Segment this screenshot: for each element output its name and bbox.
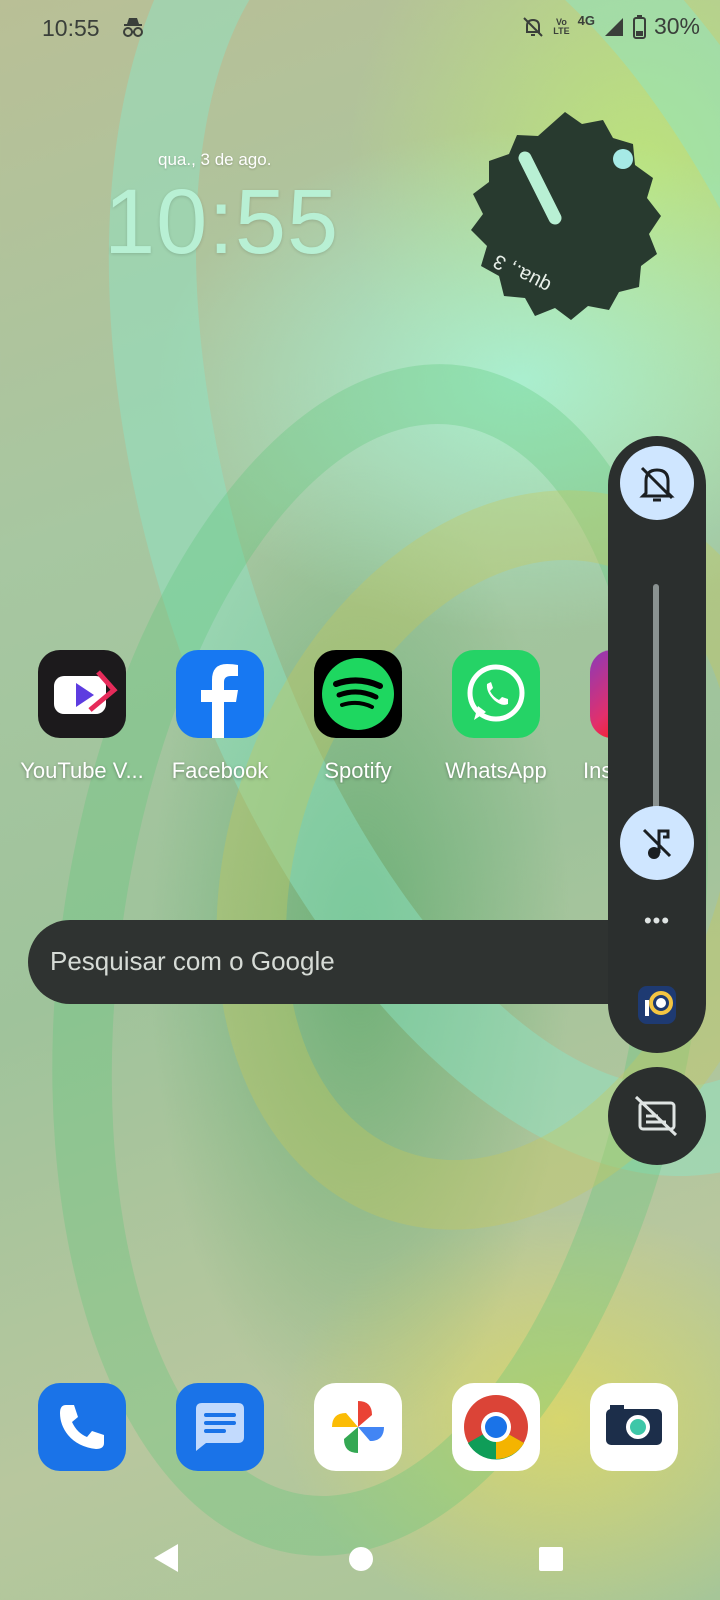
search-placeholder: Pesquisar com o Google — [50, 946, 335, 976]
captions-off-icon — [634, 1095, 678, 1137]
app-label: YouTube V... — [20, 758, 144, 783]
status-bar: 10:55 Vo LTE 4G 30% — [0, 0, 720, 56]
facebook-icon — [176, 650, 264, 738]
bell-off-icon — [639, 466, 675, 502]
live-caption-button[interactable] — [608, 1067, 706, 1165]
media-volume-button[interactable] — [620, 806, 694, 880]
incognito-icon — [123, 18, 143, 37]
bell-off-icon — [523, 16, 543, 37]
music-off-icon — [642, 828, 672, 859]
ringer-mode-button[interactable] — [620, 446, 694, 520]
navigation-bar — [0, 1520, 720, 1600]
app-label: Spotify — [324, 758, 392, 783]
volume-panel: ••• — [608, 436, 706, 1053]
widget-clock[interactable]: 10:55 — [104, 170, 339, 275]
recents-icon[interactable] — [538, 1546, 564, 1572]
google-photos-icon[interactable] — [314, 1383, 402, 1471]
spotify-icon — [314, 650, 402, 738]
whatsapp-icon — [452, 650, 540, 738]
home-icon[interactable] — [348, 1546, 374, 1572]
signal-icon — [604, 17, 623, 36]
analog-clock-second-dot — [613, 149, 633, 169]
app-spotify[interactable]: Spotify — [288, 650, 428, 784]
messages-icon[interactable] — [176, 1383, 264, 1471]
dock — [0, 1383, 720, 1473]
analog-clock-widget[interactable]: qua., 3 — [455, 110, 675, 330]
battery-percent: 30% — [653, 13, 700, 39]
app-instagram[interactable]: Ins — [564, 650, 610, 784]
youtube-vanced-icon — [38, 650, 126, 738]
app-label: WhatsApp — [445, 758, 547, 783]
app-facebook[interactable]: Facebook — [150, 650, 290, 784]
app-label: Facebook — [171, 758, 269, 783]
instagram-icon — [590, 650, 610, 738]
app-label: Ins — [583, 758, 610, 783]
phone-icon[interactable] — [38, 1383, 126, 1471]
status-time: 10:55 — [42, 15, 100, 41]
volume-more-button[interactable]: ••• — [608, 908, 706, 934]
widget-date[interactable]: qua., 3 de ago. — [158, 150, 271, 170]
back-icon[interactable] — [152, 1542, 180, 1574]
app-whatsapp[interactable]: WhatsApp — [426, 650, 566, 784]
volte-indicator: Vo LTE — [553, 16, 570, 36]
ibis-paint-icon[interactable] — [638, 986, 676, 1024]
chrome-icon[interactable] — [452, 1383, 540, 1471]
battery-icon — [632, 14, 646, 39]
network-type: 4G — [577, 13, 595, 28]
volume-slider[interactable] — [653, 584, 659, 814]
app-youtube-vanced[interactable]: YouTube V... — [12, 650, 152, 784]
google-search-bar[interactable]: Pesquisar com o Google — [28, 920, 668, 1004]
analog-clock-face — [471, 112, 661, 320]
camera-icon[interactable] — [590, 1383, 678, 1471]
